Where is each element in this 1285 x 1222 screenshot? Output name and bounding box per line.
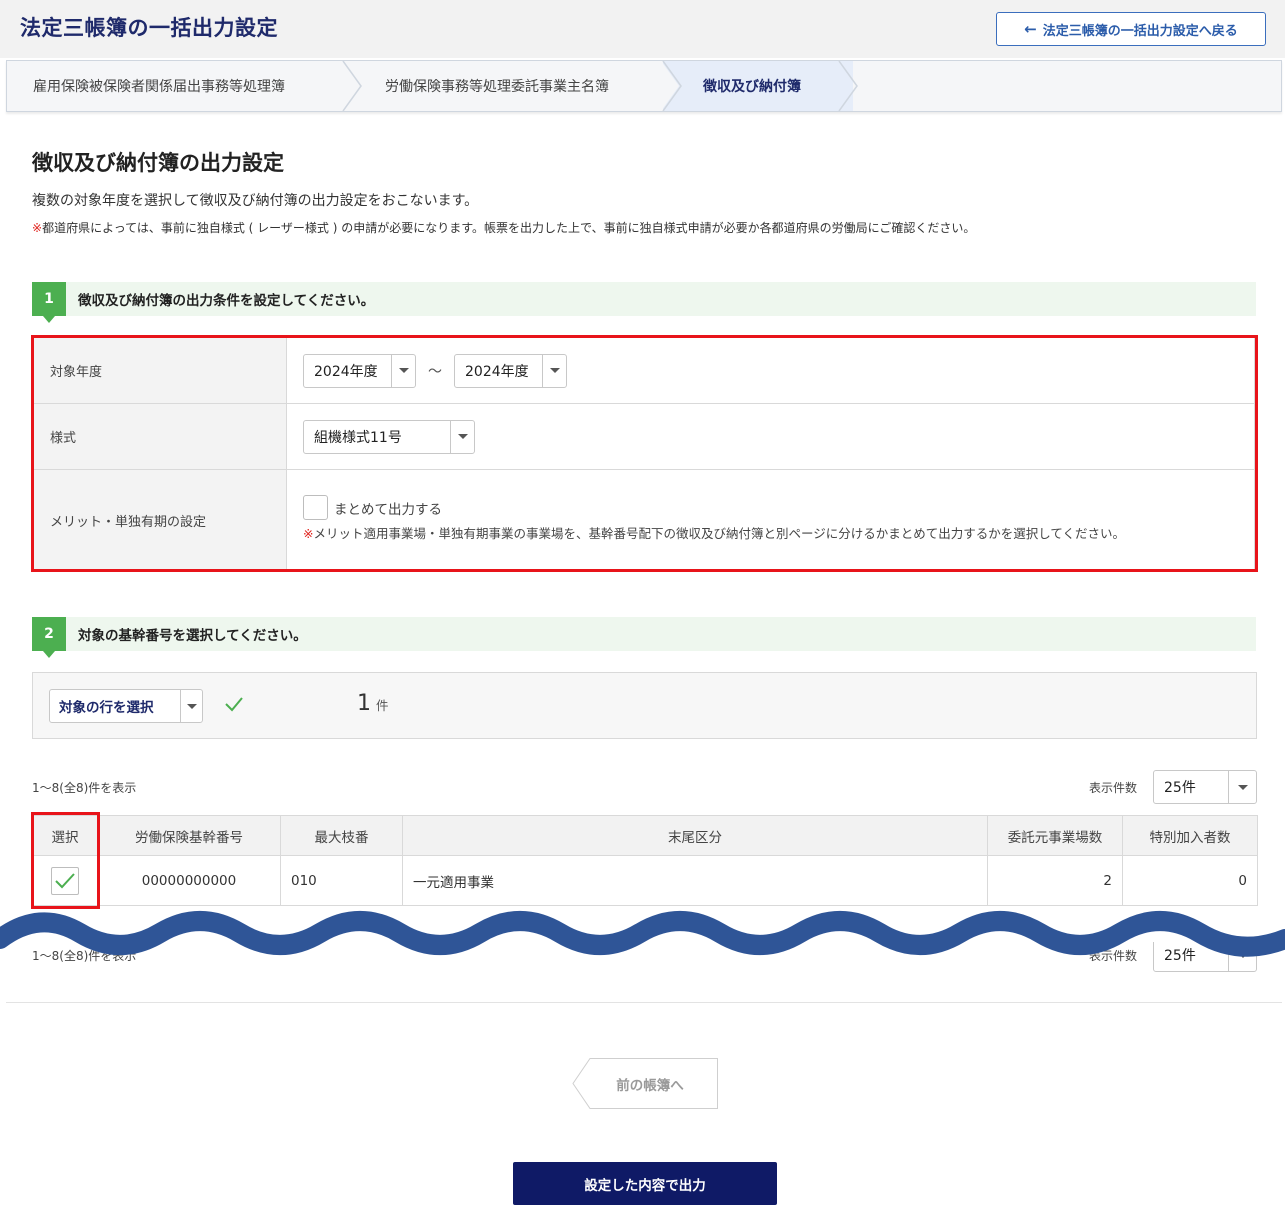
column-header-select: 選択	[32, 815, 98, 856]
step-navigation: 雇用保険被保険者関係届出事務等処理簿 労働保険事務等処理委託事業主名簿 徴収及び…	[6, 60, 1282, 112]
step-label: 雇用保険被保険者関係届出事務等処理簿	[33, 79, 285, 95]
base-number-table: 選択 労働保険基幹番号 最大枝番 末尾区分 委託元事業場数 特別加入者数 000…	[32, 815, 1258, 906]
per-page-label: 表示件数	[1089, 781, 1138, 795]
merit-setting-row: メリット・単独有期の設定 まとめて出力する ※メリット適用事業場・単独有期事業の…	[34, 470, 1254, 570]
target-year-label: 対象年度	[34, 338, 287, 403]
chevron-down-icon	[1228, 771, 1256, 803]
table-header-row: 選択 労働保険基幹番号 最大枝番 末尾区分 委託元事業場数 特別加入者数	[32, 815, 1258, 856]
year-to-select[interactable]: 2024年度	[454, 353, 567, 388]
note-text: 都道府県によっては、事前に独自様式 ( レーザー様式 ) の申請が必要になります…	[42, 221, 976, 235]
merge-output-checkbox[interactable]	[303, 495, 328, 521]
step-tab-collection-payment[interactable]: 徴収及び納付簿	[663, 61, 853, 111]
section-number: 1	[32, 282, 66, 323]
chevron-down-icon	[450, 420, 474, 453]
row-select-checkbox[interactable]	[51, 866, 79, 895]
page-title: 徴収及び納付簿の出力設定	[32, 151, 284, 175]
cell-number: 00000000000	[97, 855, 281, 906]
format-label: 様式	[34, 404, 287, 469]
page-note: ※都道府県によっては、事前に独自様式 ( レーザー様式 ) の申請が必要になりま…	[32, 219, 975, 236]
check-icon	[55, 872, 75, 888]
footer-divider	[6, 1002, 1282, 1003]
step-separator-icon	[342, 61, 362, 111]
step-tab-employment-insurance[interactable]: 雇用保険被保険者関係届出事務等処理簿	[33, 61, 285, 111]
note-mark: ※	[32, 221, 43, 235]
column-header-special[interactable]: 特別加入者数	[1122, 815, 1258, 856]
format-row: 様式 組機様式11号	[34, 404, 1254, 470]
cell-special: 0	[1122, 855, 1258, 906]
per-page-select[interactable]: 25件	[1153, 770, 1257, 804]
column-header-suffix[interactable]: 末尾区分	[402, 815, 988, 856]
range-separator: 〜	[428, 363, 442, 380]
column-header-number[interactable]: 労働保険基幹番号	[97, 815, 281, 856]
table-row[interactable]: 00000000000 010 一元適用事業 2 0	[32, 855, 1258, 906]
row-selection-panel: 対象の行を選択 1 件	[32, 672, 1257, 739]
section-title: 対象の基幹番号を選択してください。	[78, 628, 307, 644]
prev-ledger-button[interactable]: 前の帳簿へ	[572, 1058, 718, 1109]
step-separator-icon	[661, 61, 682, 111]
back-button-label: 法定三帳簿の一括出力設定へ戻る	[1042, 23, 1238, 39]
year-from-select[interactable]: 2024年度	[303, 353, 416, 388]
section-2-header: 2 対象の基幹番号を選択してください。	[32, 617, 1256, 658]
top-bar: 法定三帳簿の一括出力設定 ← 法定三帳簿の一括出力設定へ戻る	[0, 0, 1285, 58]
format-select[interactable]: 組機様式11号	[303, 419, 475, 454]
arrow-left-icon: ←	[1024, 19, 1037, 38]
step-separator-icon	[837, 61, 858, 111]
chevron-down-icon	[180, 690, 202, 722]
column-header-max-branch[interactable]: 最大枝番	[280, 815, 403, 856]
cell-max-branch: 010	[280, 855, 403, 906]
row-select-dropdown[interactable]: 対象の行を選択	[49, 689, 203, 723]
back-to-bulk-settings-button[interactable]: ← 法定三帳簿の一括出力設定へ戻る	[996, 12, 1266, 46]
selected-count: 1 件	[357, 691, 389, 716]
app-title: 法定三帳簿の一括出力設定	[20, 16, 278, 40]
target-year-row: 対象年度 2024年度 〜 2024年度	[34, 338, 1254, 404]
step-label: 労働保険事務等処理委託事業主名簿	[385, 79, 609, 95]
cell-offices: 2	[987, 855, 1123, 906]
page-description: 複数の対象年度を選択して徴収及び納付簿の出力設定をおこないます。	[32, 193, 479, 209]
chevron-down-icon	[542, 354, 566, 387]
merit-setting-label: メリット・単独有期の設定	[34, 470, 287, 570]
submit-output-button[interactable]: 設定した内容で出力	[513, 1162, 777, 1205]
page-info: 1〜8(全8)件を表示	[32, 781, 137, 795]
output-conditions-table: 対象年度 2024年度 〜 2024年度 様式 組機様式11号 メリット・単独有…	[33, 337, 1255, 571]
merit-note: ※メリット適用事業場・単独有期事業の事業場を、基幹番号配下の徴収及び納付簿と別ペ…	[303, 526, 1125, 542]
cell-suffix: 一元適用事業	[402, 855, 988, 906]
check-icon	[225, 697, 243, 712]
step-tab-labor-insurance[interactable]: 労働保険事務等処理委託事業主名簿	[385, 61, 609, 111]
column-header-offices[interactable]: 委託元事業場数	[987, 815, 1123, 856]
step-label: 徴収及び納付簿	[703, 79, 801, 95]
omission-wave-icon	[0, 911, 1285, 957]
section-number: 2	[32, 617, 66, 658]
chevron-down-icon	[391, 354, 415, 387]
section-title: 徴収及び納付簿の出力条件を設定してください。	[78, 293, 375, 309]
selected-count-number: 1	[357, 691, 371, 716]
section-1-header: 1 徴収及び納付簿の出力条件を設定してください。	[32, 282, 1256, 323]
selected-count-unit: 件	[376, 698, 389, 713]
merge-output-label: まとめて出力する	[334, 501, 442, 518]
